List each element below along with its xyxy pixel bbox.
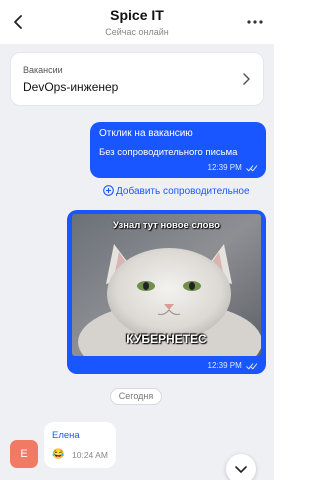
vacancy-card[interactable]: Вакансии DevOps-инженер bbox=[10, 52, 264, 106]
meme-image[interactable]: Узнал тут новое слово КУБЕРНЕТЕС bbox=[72, 214, 261, 356]
incoming-message[interactable]: Елена 😂 10:24 AM bbox=[44, 422, 116, 468]
vacancy-label: Вакансии bbox=[23, 65, 63, 75]
chevron-right-icon bbox=[243, 73, 250, 85]
message-time-text: 12:39 PM bbox=[207, 361, 242, 370]
more-dots-icon[interactable] bbox=[246, 18, 264, 26]
application-title: Отклик на вакансию bbox=[99, 128, 193, 139]
meme-bottom-text: КУБЕРНЕТЕС bbox=[126, 332, 207, 346]
message-time: 10:24 AM bbox=[72, 450, 108, 460]
sender-name: Елена bbox=[52, 430, 80, 441]
chevron-down-icon bbox=[235, 466, 247, 473]
meme-top-text: Узнал тут новое слово bbox=[113, 220, 220, 231]
double-check-icon bbox=[246, 363, 258, 370]
online-status: Сейчас онлайн bbox=[105, 27, 169, 37]
message-time-text: 12:39 PM bbox=[207, 163, 242, 172]
add-cover-letter-button[interactable]: Добавить сопроводительное bbox=[103, 185, 273, 199]
vacancy-value: DevOps-инженер bbox=[23, 80, 119, 94]
meme-message[interactable]: Узнал тут новое слово КУБЕРНЕТЕС 12:39 P… bbox=[67, 210, 266, 374]
add-cover-letter-label: Добавить сопроводительное bbox=[116, 186, 250, 197]
avatar[interactable]: E bbox=[10, 440, 38, 468]
message-time: 12:39 PM bbox=[208, 163, 258, 172]
application-message[interactable]: Отклик на вакансию Без сопроводительного… bbox=[90, 122, 266, 178]
plus-circle-icon bbox=[103, 185, 114, 196]
laughing-emoji: 😂 bbox=[52, 449, 65, 460]
chat-title: Spice IT bbox=[110, 7, 164, 23]
message-time: 12:39 PM bbox=[208, 361, 258, 370]
double-check-icon bbox=[246, 165, 258, 172]
chat-header: Spice IT Сейчас онлайн bbox=[0, 0, 274, 44]
application-text: Без сопроводительного письма bbox=[99, 147, 238, 158]
date-separator: Сегодня bbox=[110, 388, 162, 405]
chat-area[interactable]: Вакансии DevOps-инженер Отклик на ваканс… bbox=[0, 44, 274, 480]
scroll-down-button[interactable] bbox=[226, 454, 256, 480]
